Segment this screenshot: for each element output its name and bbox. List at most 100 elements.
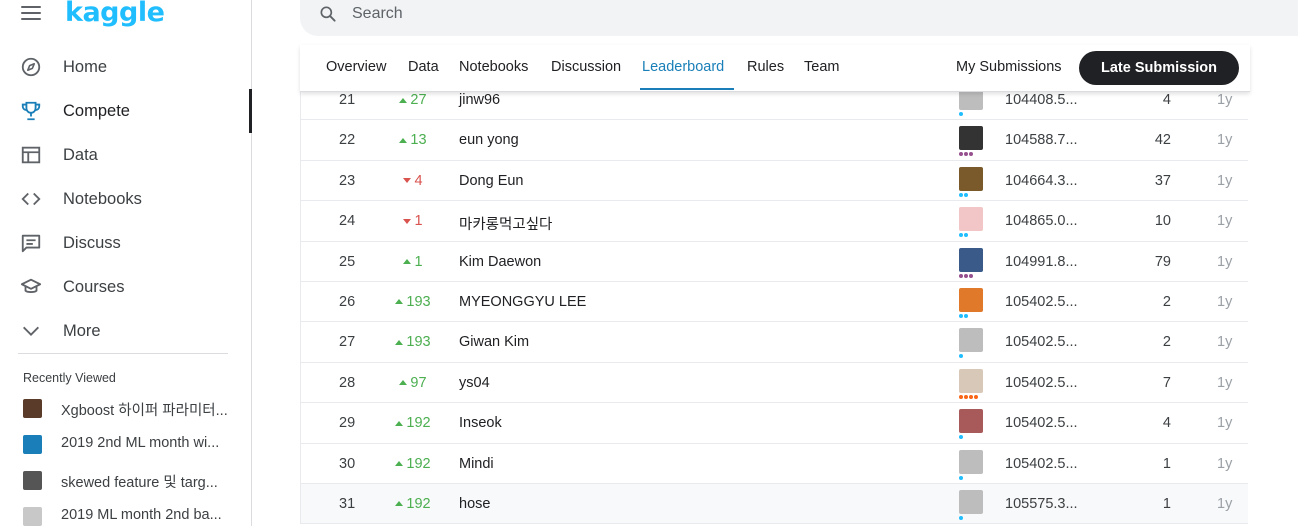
sidebar-item-more[interactable]: More <box>0 309 252 353</box>
avatar[interactable] <box>959 328 983 353</box>
team-name[interactable]: MYEONGGYU LEE <box>459 294 586 310</box>
team-name[interactable]: 마카롱먹고싶다 <box>459 213 552 234</box>
table-row[interactable]: 27 193 Giwan Kim 105402.5... 2 1y <box>301 322 1248 363</box>
sidebar-divider <box>18 353 228 354</box>
team-name[interactable]: jinw96 <box>459 92 500 108</box>
table-row[interactable]: 29 192 Inseok 105402.5... 4 1y <box>301 403 1248 444</box>
team-name[interactable]: ys04 <box>459 375 490 391</box>
rank-change-value: 192 <box>406 495 431 512</box>
sidebar-item-notebooks[interactable]: Notebooks <box>0 177 252 221</box>
late-submission-button[interactable]: Late Submission <box>1079 51 1239 85</box>
arrow-up-icon <box>395 299 404 305</box>
score: 105402.5... <box>1005 455 1078 472</box>
rank-change-value: 192 <box>406 415 431 432</box>
sidebar-item-label: Courses <box>63 277 125 296</box>
tab-team[interactable]: Team <box>804 59 839 75</box>
search-input[interactable] <box>352 3 952 25</box>
team-name[interactable]: hose <box>459 496 490 512</box>
avatar[interactable] <box>959 166 983 191</box>
table-row[interactable]: 26 193 MYEONGGYU LEE 105402.5... 2 1y <box>301 282 1248 323</box>
entries-count: 1 <box>1162 495 1171 512</box>
arrow-up-icon <box>399 380 408 386</box>
competition-tab-bar: My Submissions Late Submission Overview D… <box>300 45 1250 92</box>
tier-badge <box>959 233 968 238</box>
team-name[interactable]: Mindi <box>459 456 494 472</box>
avatar[interactable] <box>959 368 983 393</box>
tab-rules[interactable]: Rules <box>747 59 784 75</box>
recent-item[interactable]: 2019 2nd ML month wi... <box>0 426 252 462</box>
rank-change: 1 <box>389 213 437 229</box>
rank: 21 <box>339 92 356 108</box>
team-name[interactable]: Giwan Kim <box>459 334 529 350</box>
last-submission: 1y <box>1217 495 1233 512</box>
rank-change: 27 <box>389 92 437 108</box>
active-tab-underline <box>640 88 734 90</box>
score: 104588.7... <box>1005 132 1078 149</box>
entries-count: 4 <box>1162 415 1171 432</box>
rank-change-value: 1 <box>414 213 423 230</box>
rank-change-value: 192 <box>406 455 431 472</box>
sidebar-nav: Home Compete Data Notebooks Discuss Courses Mo… <box>0 45 252 353</box>
recent-thumbnail <box>23 399 42 418</box>
sidebar-item-label: Home <box>63 57 108 76</box>
school-icon <box>20 276 42 298</box>
table-row[interactable]: 22 13 eun yong 104588.7... 42 1y <box>301 120 1248 161</box>
table-row[interactable]: 25 1 Kim Daewon 104991.8... 79 1y <box>301 242 1248 282</box>
sidebar-item-courses[interactable]: Courses <box>0 265 252 309</box>
table-row[interactable]: 24 1 마카롱먹고싶다 104865.0... 10 1y <box>301 201 1248 242</box>
tier-badge <box>959 475 963 480</box>
table-icon <box>20 144 42 166</box>
trophy-icon <box>20 100 42 122</box>
tier-badge <box>959 354 963 359</box>
last-submission: 1y <box>1217 334 1233 351</box>
sidebar-item-label: Compete <box>63 101 130 120</box>
team-name[interactable]: Kim Daewon <box>459 254 541 270</box>
comment-icon <box>20 232 42 254</box>
avatar[interactable] <box>959 287 983 312</box>
avatar[interactable] <box>959 207 983 232</box>
rank-change-value: 13 <box>410 132 427 149</box>
search-icon <box>320 6 336 22</box>
sidebar-item-discuss[interactable]: Discuss <box>0 221 252 265</box>
table-row[interactable]: 28 97 ys04 105402.5... 7 1y <box>301 363 1248 404</box>
table-row[interactable]: 30 192 Mindi 105402.5... 1 1y <box>301 444 1248 484</box>
table-row[interactable]: 31 192 hose 105575.3... 1 1y <box>301 483 1248 525</box>
tier-badge <box>959 112 963 116</box>
last-submission: 1y <box>1217 293 1233 310</box>
tab-overview[interactable]: Overview <box>326 59 386 75</box>
table-row[interactable]: 23 4 Dong Eun 104664.3... 37 1y <box>301 161 1248 202</box>
recent-item-label: skewed feature 및 targ... <box>61 475 218 491</box>
recent-item[interactable]: skewed feature 및 targ... <box>0 462 252 498</box>
arrow-up-icon <box>399 97 408 103</box>
tab-discussion[interactable]: Discussion <box>551 59 621 75</box>
avatar[interactable] <box>959 409 983 434</box>
team-name[interactable]: Dong Eun <box>459 173 524 189</box>
tab-leaderboard[interactable]: Leaderboard <box>642 59 724 75</box>
recent-item-label: Xgboost 하이퍼 파라미터... <box>61 403 228 419</box>
sidebar-item-compete[interactable]: Compete <box>0 89 252 133</box>
team-name[interactable]: eun yong <box>459 132 519 148</box>
last-submission: 1y <box>1217 455 1233 472</box>
my-submissions-link[interactable]: My Submissions <box>956 59 1062 75</box>
tab-notebooks[interactable]: Notebooks <box>459 59 528 75</box>
kaggle-logo[interactable]: kaggle <box>65 0 165 28</box>
entries-count: 2 <box>1162 293 1171 310</box>
recent-item[interactable]: 2019 ML month 2nd ba... <box>0 498 252 526</box>
avatar[interactable] <box>959 489 983 514</box>
score: 104408.5... <box>1005 92 1078 108</box>
team-name[interactable]: Inseok <box>459 415 502 431</box>
rank-change: 193 <box>389 334 437 350</box>
avatar[interactable] <box>959 449 983 474</box>
recent-item[interactable]: Xgboost 하이퍼 파라미터... <box>0 390 252 426</box>
avatar[interactable] <box>959 247 983 272</box>
sidebar-item-data[interactable]: Data <box>0 133 252 177</box>
score: 104991.8... <box>1005 253 1078 270</box>
last-submission: 1y <box>1217 172 1233 189</box>
sidebar-item-home[interactable]: Home <box>0 45 252 89</box>
rank: 27 <box>339 334 356 351</box>
avatar[interactable] <box>959 126 983 151</box>
hamburger-menu-icon[interactable] <box>21 5 41 21</box>
rank: 25 <box>339 253 356 270</box>
tab-data[interactable]: Data <box>408 59 439 75</box>
last-submission: 1y <box>1217 92 1233 108</box>
